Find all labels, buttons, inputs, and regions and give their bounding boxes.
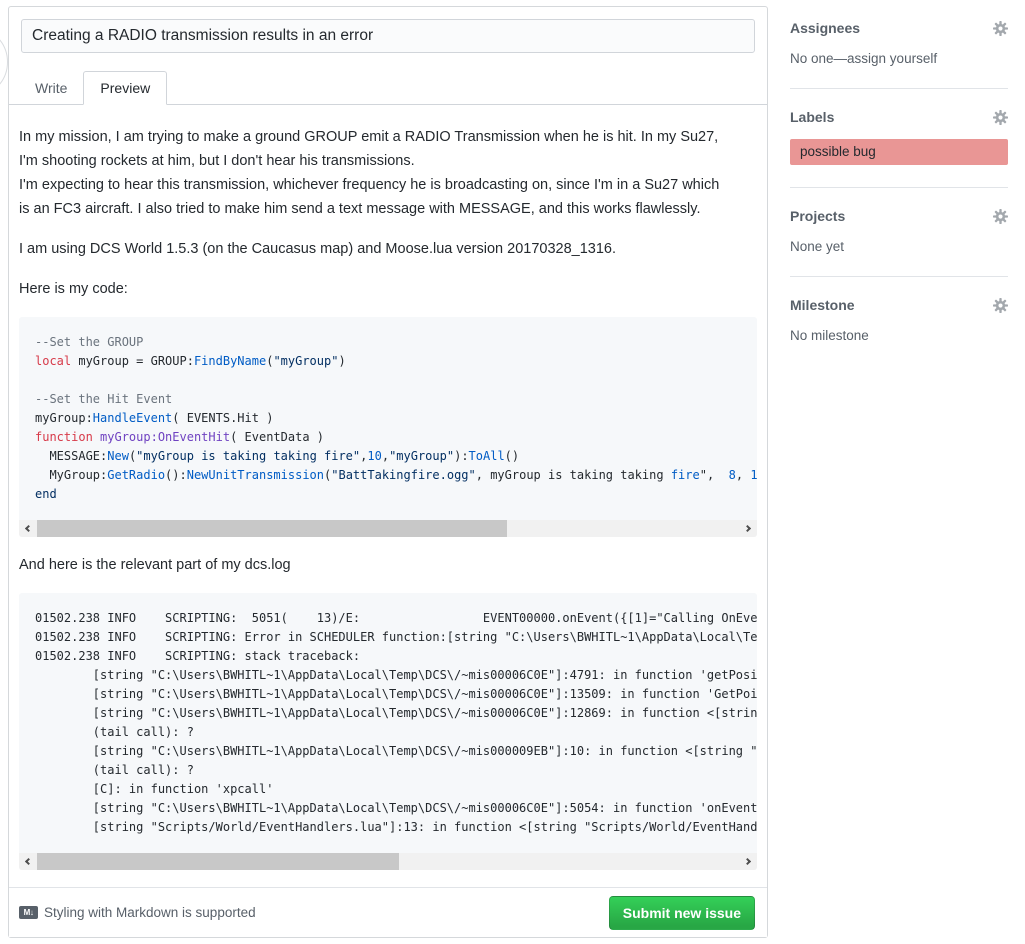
chevron-right-icon bbox=[744, 858, 751, 865]
discussion-sidebar: Assignees No one—assign yourself Labels … bbox=[790, 0, 1008, 365]
scrollbar-thumb[interactable] bbox=[37, 853, 399, 870]
code-horizontal-scrollbar[interactable] bbox=[19, 520, 757, 537]
issue-title-input[interactable] bbox=[21, 19, 755, 53]
lua-code-block: --Set the GROUPlocal myGroup = GROUP:Fin… bbox=[19, 317, 757, 537]
sidebar-section-projects: Projects None yet bbox=[790, 188, 1008, 277]
issue-body-paragraph-4: And here is the relevant part of my dcs.… bbox=[19, 553, 757, 577]
chevron-left-icon bbox=[25, 525, 32, 532]
assignees-value[interactable]: No one—assign yourself bbox=[790, 51, 1008, 66]
dcs-log: 01502.238 INFO SCRIPTING: 5051( 13)/E: E… bbox=[19, 593, 757, 853]
assignees-title: Assignees bbox=[790, 20, 860, 36]
markdown-supported-note[interactable]: M↓ Styling with Markdown is supported bbox=[19, 905, 256, 920]
scroll-left-icon[interactable] bbox=[19, 520, 36, 537]
lua-code: --Set the GROUPlocal myGroup = GROUP:Fin… bbox=[19, 317, 757, 520]
scroll-left-icon[interactable] bbox=[19, 853, 36, 870]
scrollbar-thumb[interactable] bbox=[37, 520, 507, 537]
preview-body: In my mission, I am trying to make a gro… bbox=[9, 105, 767, 870]
gear-icon[interactable] bbox=[993, 209, 1008, 224]
new-issue-page: Write Preview In my mission, I am trying… bbox=[0, 0, 1025, 944]
write-preview-tabs: Write Preview bbox=[9, 69, 767, 105]
chevron-right-icon bbox=[744, 525, 751, 532]
label-possible-bug[interactable]: possible bug bbox=[790, 139, 1008, 165]
scroll-right-icon[interactable] bbox=[740, 520, 757, 537]
tab-write[interactable]: Write bbox=[19, 72, 83, 104]
gear-icon[interactable] bbox=[993, 298, 1008, 313]
sidebar-section-assignees: Assignees No one—assign yourself bbox=[790, 0, 1008, 89]
issue-form: Write Preview In my mission, I am trying… bbox=[8, 6, 768, 938]
projects-value: None yet bbox=[790, 239, 1008, 254]
sidebar-section-milestone: Milestone No milestone bbox=[790, 277, 1008, 365]
issue-form-footer: M↓ Styling with Markdown is supported Su… bbox=[9, 887, 767, 937]
milestone-title: Milestone bbox=[790, 297, 855, 313]
tab-preview[interactable]: Preview bbox=[83, 71, 167, 105]
sidebar-section-labels: Labels possible bug bbox=[790, 89, 1008, 188]
milestone-value: No milestone bbox=[790, 328, 1008, 343]
projects-title: Projects bbox=[790, 208, 845, 224]
avatar bbox=[0, 26, 8, 98]
gear-icon[interactable] bbox=[993, 110, 1008, 125]
log-code-block: 01502.238 INFO SCRIPTING: 5051( 13)/E: E… bbox=[19, 593, 757, 870]
markdown-note-label: Styling with Markdown is supported bbox=[44, 905, 256, 920]
issue-body-paragraph-1: In my mission, I am trying to make a gro… bbox=[19, 125, 757, 221]
chevron-left-icon bbox=[25, 858, 32, 865]
labels-title: Labels bbox=[790, 109, 834, 125]
submit-new-issue-button[interactable]: Submit new issue bbox=[609, 896, 755, 930]
scroll-right-icon[interactable] bbox=[740, 853, 757, 870]
log-horizontal-scrollbar[interactable] bbox=[19, 853, 757, 870]
gear-icon[interactable] bbox=[993, 21, 1008, 36]
title-field-wrap bbox=[9, 7, 767, 53]
issue-body-paragraph-3: Here is my code: bbox=[19, 277, 757, 301]
markdown-icon: M↓ bbox=[19, 906, 38, 919]
issue-body-paragraph-2: I am using DCS World 1.5.3 (on the Cauca… bbox=[19, 237, 757, 261]
